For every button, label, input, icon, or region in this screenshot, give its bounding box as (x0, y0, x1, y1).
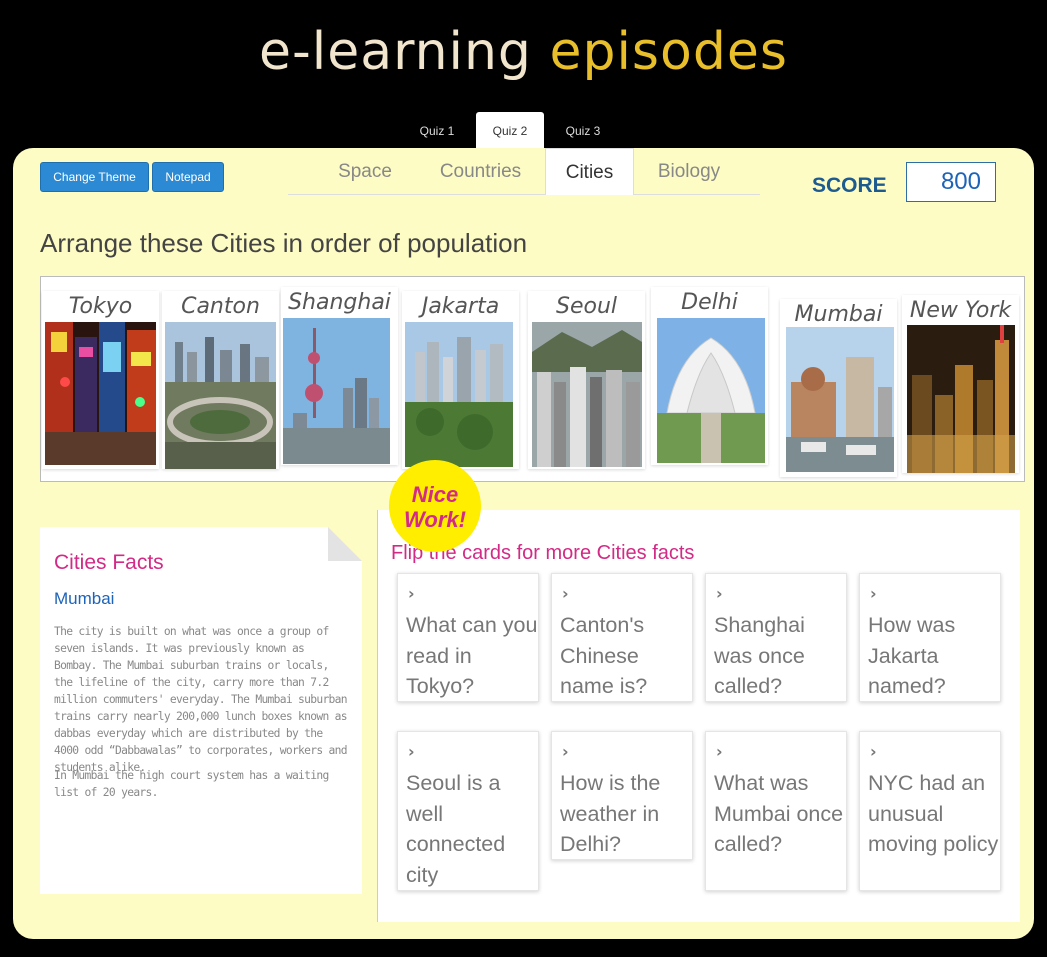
chevron-right-icon: › (562, 584, 569, 603)
city-name: Shanghai (288, 290, 391, 315)
category-tabs: Space Countries Cities Biology (288, 148, 760, 195)
shanghai-photo (283, 318, 390, 464)
flip-card-question: Shanghai was once called? (714, 613, 805, 698)
tab-quiz-3[interactable]: Quiz 3 (549, 112, 617, 150)
page-fold-corner (328, 527, 362, 561)
flip-card-delhi[interactable]: › How is the weather in Delhi? (551, 731, 693, 860)
city-name: Delhi (681, 290, 738, 315)
tokyo-photo (45, 322, 156, 465)
flip-card-question: Seoul is a well connected city (406, 771, 506, 887)
app-window: e-learning episodes Quiz 1 Quiz 2 Quiz 3… (0, 0, 1047, 957)
mumbai-photo (786, 327, 894, 472)
tab-biology[interactable]: Biology (638, 148, 740, 195)
app-logo: e-learning episodes (0, 22, 1047, 82)
tab-space[interactable]: Space (316, 148, 414, 195)
chevron-right-icon: › (716, 742, 723, 761)
facts-title: Cities Facts (54, 551, 164, 574)
flip-card-question: NYC had an unusual moving policy (868, 771, 999, 856)
chevron-right-icon: › (562, 742, 569, 761)
flip-card-question: Canton's Chinese name is? (560, 613, 648, 698)
city-card-mumbai[interactable]: Mumbai (780, 299, 897, 477)
flip-card-mumbai[interactable]: › What was Mumbai once called? (705, 731, 847, 891)
city-name: Seoul (555, 294, 617, 319)
logo-part-2: episodes (549, 22, 788, 82)
notepad-button[interactable]: Notepad (152, 162, 224, 192)
score-value: 800 (906, 162, 996, 202)
chevron-right-icon: › (408, 584, 415, 603)
tab-quiz-2[interactable]: Quiz 2 (476, 112, 544, 150)
change-theme-button[interactable]: Change Theme (40, 162, 149, 192)
city-card-tokyo[interactable]: Tokyo (42, 291, 159, 469)
city-name: Canton (181, 294, 260, 319)
nice-work-badge: Nice Work! (389, 460, 481, 552)
city-card-seoul[interactable]: Seoul (528, 291, 645, 469)
score-label: SCORE (812, 174, 887, 197)
facts-paragraph-2: In Mumbai the high court system has a wa… (54, 769, 329, 799)
city-name: Tokyo (68, 294, 133, 319)
flip-card-question: What can you read in Tokyo? (406, 613, 538, 698)
tab-quiz-1[interactable]: Quiz 1 (403, 112, 471, 150)
badge-line-2: Work! (404, 507, 466, 532)
tab-countries[interactable]: Countries (418, 148, 543, 195)
delhi-photo (657, 318, 765, 463)
flip-card-seoul[interactable]: › Seoul is a well connected city (397, 731, 539, 891)
flip-cards-area: Flip the cards for more Cities facts › W… (377, 510, 1020, 922)
city-card-jakarta[interactable]: Jakarta (402, 291, 519, 469)
city-name: Mumbai (794, 302, 883, 327)
flip-card-canton[interactable]: › Canton's Chinese name is? (551, 573, 693, 702)
flip-card-shanghai[interactable]: › Shanghai was once called? (705, 573, 847, 702)
chevron-right-icon: › (716, 584, 723, 603)
city-card-shanghai[interactable]: Shanghai (281, 287, 398, 465)
flip-card-question: How was Jakarta named? (868, 613, 956, 698)
flip-card-new-york[interactable]: › NYC had an unusual moving policy (859, 731, 1001, 891)
city-name: New York (909, 298, 1012, 323)
city-card-new-york[interactable]: New York (902, 295, 1019, 473)
badge-line-1: Nice (411, 482, 459, 507)
canton-photo (165, 322, 276, 469)
facts-paragraph-1: The city is built on what was once a gro… (54, 625, 348, 774)
flip-card-jakarta[interactable]: › How was Jakarta named? (859, 573, 1001, 702)
facts-city-name: Mumbai (54, 589, 115, 608)
facts-panel: Cities Facts Mumbai The city is built on… (40, 527, 362, 894)
city-name: Jakarta (421, 294, 500, 319)
new-york-photo (907, 325, 1015, 473)
flip-card-question: What was Mumbai once called? (714, 771, 844, 856)
tab-cities[interactable]: Cities (545, 148, 634, 195)
chevron-right-icon: › (870, 742, 877, 761)
flip-card-tokyo[interactable]: › What can you read in Tokyo? (397, 573, 539, 702)
city-card-strip: Tokyo Canton Shanghai Jakarta Seoul Delh… (40, 276, 1025, 482)
logo-part-1: e-learning (259, 22, 532, 82)
chevron-right-icon: › (870, 584, 877, 603)
chevron-right-icon: › (408, 742, 415, 761)
instruction-heading: Arrange these Cities in order of populat… (40, 228, 528, 258)
seoul-photo (532, 322, 642, 467)
flip-card-question: How is the weather in Delhi? (560, 771, 661, 856)
jakarta-photo (405, 322, 513, 467)
city-card-canton[interactable]: Canton (162, 291, 279, 469)
city-card-delhi[interactable]: Delhi (651, 287, 768, 465)
